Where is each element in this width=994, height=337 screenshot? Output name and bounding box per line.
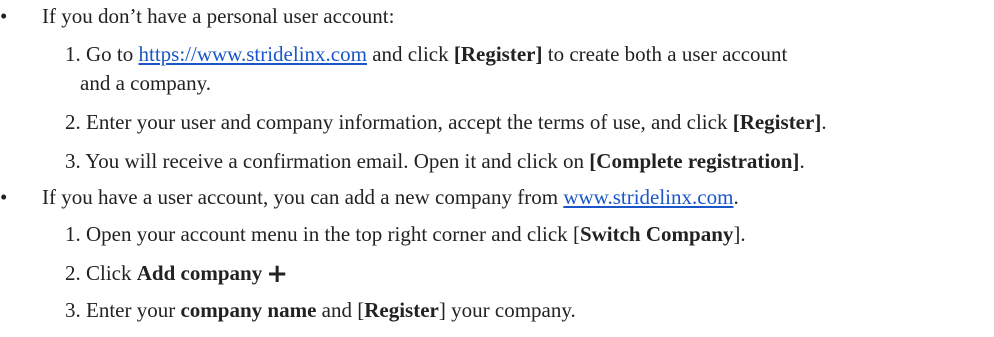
stridelinx-link[interactable]: www.stridelinx.com — [563, 185, 733, 209]
step-3-confirmation: 3. You will receive a confirmation email… — [65, 147, 805, 175]
step-3-enter-name: 3. Enter your company name and [Register… — [65, 296, 576, 324]
stridelinx-link[interactable]: https://www.stridelinx.com — [139, 42, 367, 66]
step-text: . — [799, 149, 805, 173]
bracket: ] — [438, 298, 446, 322]
step-number: 3. — [65, 149, 81, 173]
step-1-go-to-site: 1. Go to https://www.stridelinx.com and … — [65, 40, 787, 68]
step-text: your company. — [445, 298, 576, 322]
add-company-label: Add company — [136, 261, 263, 285]
step-text: to create both a user account — [542, 42, 788, 66]
step-number: 3. — [65, 298, 81, 322]
bullet-text-post: . — [733, 185, 739, 209]
step-number: 1. — [65, 222, 81, 246]
register-label: Register — [364, 298, 439, 322]
step-1-open-menu: 1. Open your account menu in the top rig… — [65, 220, 746, 248]
register-label: [Register] — [453, 42, 543, 66]
step-number: 1. — [65, 42, 81, 66]
step-2-add-company: 2. Click Add company + — [65, 258, 288, 289]
plus-icon: + — [266, 259, 288, 289]
bullet-icon: • — [0, 185, 8, 209]
bullet-text-pre: If you have a user account, you can add … — [42, 185, 564, 209]
step-text: . — [740, 222, 746, 246]
bullet-icon: • — [0, 4, 8, 28]
step-text: Go to — [86, 42, 139, 66]
step-text: Enter your user and company information,… — [86, 110, 733, 134]
step-2-enter-info: 2. Enter your user and company informati… — [65, 108, 827, 136]
register-label: [Register] — [732, 110, 822, 134]
step-text: Open your account menu in the top right … — [86, 222, 573, 246]
step-text: You will receive a confirmation email. O… — [85, 149, 590, 173]
switch-company-label: Switch Company — [579, 222, 734, 246]
step-number: 2. — [65, 261, 81, 285]
complete-registration-label: [Complete registration] — [589, 149, 800, 173]
bracket: [ — [572, 222, 580, 246]
step-text: and — [316, 298, 358, 322]
step-number: 2. — [65, 110, 81, 134]
step-text: Click — [86, 261, 137, 285]
step-text: . — [821, 110, 827, 134]
step-text: Enter your — [86, 298, 181, 322]
bullet-text: If you have a user account, you can add … — [42, 183, 739, 211]
bullet-text: If you don’t have a personal user accoun… — [42, 4, 395, 28]
company-name-label: company name — [180, 298, 317, 322]
step-text: and click — [366, 42, 454, 66]
instructions-page: • If you don’t have a personal user acco… — [0, 0, 994, 337]
step-1-continuation: and a company. — [80, 71, 212, 95]
